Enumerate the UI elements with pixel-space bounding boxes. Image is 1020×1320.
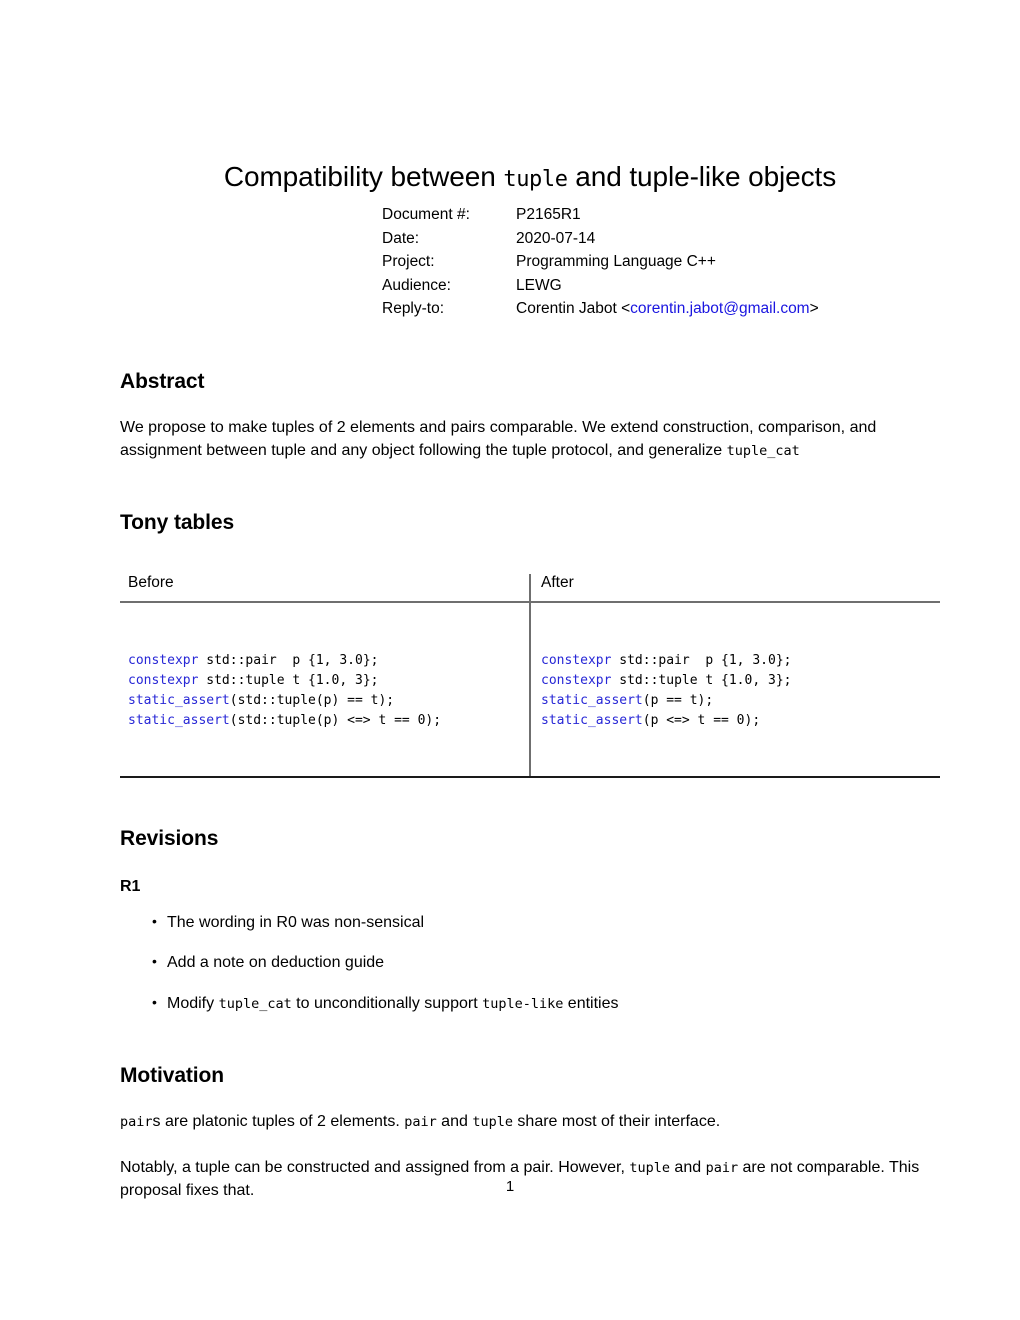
code-block-before: constexpr std::pair p {1, 3.0}; constexp…: [128, 651, 529, 732]
tony-table-column-after: After: [529, 573, 940, 603]
motivation-mono-pair-3: pair: [705, 1159, 739, 1176]
document-content: Compatibility between tuple and tuple-li…: [120, 160, 940, 1202]
code-text: std::pair p {1, 3.0};: [611, 652, 792, 668]
tony-table: Before After constexpr std::pair p {1, 3…: [120, 573, 940, 778]
tony-table-cell-before: constexpr std::pair p {1, 3.0}; constexp…: [120, 601, 530, 778]
motivation-text: and: [669, 1158, 706, 1176]
motivation-text: s are platonic tuples of 2 elements.: [152, 1113, 405, 1131]
metadata-value: 2020-07-14: [516, 229, 596, 247]
abstract-mono-tuple-cat: tuple_cat: [726, 443, 800, 460]
list-item-mono-tuple-cat: tuple_cat: [218, 995, 292, 1012]
list-item: Modify tuple_cat to unconditionally supp…: [152, 992, 940, 1015]
metadata-label: Reply-to:: [382, 300, 445, 318]
list-item-text: Modify: [167, 994, 219, 1012]
metadata-row-date: Date: 2020-07-14: [382, 227, 940, 251]
metadata-label: Date:: [382, 229, 420, 247]
code-block-after: constexpr std::pair p {1, 3.0}; constexp…: [541, 651, 940, 732]
metadata-label: Audience:: [382, 276, 451, 294]
metadata-row-document-number: Document #: P2165R1: [382, 203, 940, 227]
metadata-row-audience: Audience: LEWG: [382, 274, 940, 298]
tony-table-cell-after: constexpr std::pair p {1, 3.0}; constexp…: [529, 601, 940, 778]
motivation-text: share most of their interface.: [512, 1113, 721, 1131]
motivation-text: and: [436, 1113, 473, 1131]
tony-table-column-before: Before: [120, 573, 530, 603]
table-row: constexpr std::pair p {1, 3.0}; constexp…: [120, 601, 940, 778]
heading-motivation: Motivation: [120, 1064, 224, 1088]
page-title-part1: Compatibility between: [223, 161, 504, 192]
metadata-value: Corentin Jabot <corentin.jabot@gmail.com…: [516, 297, 819, 321]
code-text: std::tuple t {1.0, 3};: [198, 672, 379, 688]
code-text: (std::tuple(p) == t);: [229, 693, 395, 709]
list-item: Add a note on deduction guide: [152, 951, 940, 974]
code-text: (std::tuple(p) <=> t == 0);: [229, 713, 442, 729]
list-item-text: The wording in R0 was non-sensical: [167, 913, 425, 931]
metadata-label: Document #:: [382, 206, 470, 224]
author-email-link[interactable]: corentin.jabot@gmail.com: [630, 300, 809, 317]
heading-revisions: Revisions: [120, 826, 219, 850]
code-keyword: static_assert: [128, 693, 230, 709]
motivation-paragraph-1: pairs are platonic tuples of 2 elements.…: [120, 1110, 940, 1133]
abstract-paragraph: We propose to make tuples of 2 elements …: [120, 416, 940, 462]
metadata-row-project: Project: Programming Language C++: [382, 250, 940, 274]
email-close-bracket: >: [809, 300, 819, 318]
code-keyword: constexpr: [128, 652, 199, 668]
code-keyword: constexpr: [541, 672, 612, 688]
motivation-mono-pair: pair: [120, 1114, 153, 1131]
code-keyword: static_assert: [541, 713, 643, 729]
list-item-mono-tuple-like: tuple-like: [482, 995, 564, 1012]
list-item-text: to unconditionally support: [291, 994, 483, 1012]
metadata-value: Programming Language C++: [516, 253, 716, 271]
code-keyword: static_assert: [541, 693, 643, 709]
document-page: Compatibility between tuple and tuple-li…: [0, 0, 1020, 1320]
tony-table-header-row: Before After: [120, 573, 940, 603]
code-text: (p == t);: [642, 693, 714, 709]
heading-revision-r1: R1: [120, 877, 141, 895]
metadata-value: LEWG: [516, 276, 562, 294]
document-metadata: Document #: P2165R1 Date: 2020-07-14 Pro…: [382, 203, 940, 321]
list-item-text: entities: [563, 994, 619, 1012]
revisions-list: The wording in R0 was non-sensical Add a…: [120, 911, 940, 1015]
motivation-mono-tuple-2: tuple: [629, 1159, 670, 1176]
code-keyword: constexpr: [541, 652, 612, 668]
code-text: (p <=> t == 0);: [642, 713, 761, 729]
author-name: Corentin Jabot <: [516, 300, 631, 318]
heading-abstract: Abstract: [120, 369, 205, 393]
motivation-mono-tuple: tuple: [472, 1114, 513, 1131]
heading-tony-tables: Tony tables: [120, 511, 235, 535]
motivation-mono-pair-2: pair: [404, 1114, 437, 1131]
metadata-label: Project:: [382, 253, 435, 271]
code-text: std::tuple t {1.0, 3};: [611, 672, 792, 688]
motivation-text: Notably, a tuple can be constructed and …: [120, 1158, 630, 1176]
metadata-value: P2165R1: [516, 206, 581, 224]
code-text: std::pair p {1, 3.0};: [198, 652, 379, 668]
code-keyword: constexpr: [128, 672, 199, 688]
code-keyword: static_assert: [128, 713, 230, 729]
page-title-part2: and tuple-like objects: [567, 161, 837, 192]
page-title-mono-tuple: tuple: [503, 167, 568, 192]
metadata-row-reply-to: Reply-to: Corentin Jabot <corentin.jabot…: [382, 297, 940, 321]
list-item-text: Add a note on deduction guide: [167, 954, 385, 972]
page-number: 1: [505, 1178, 515, 1195]
page-title: Compatibility between tuple and tuple-li…: [120, 160, 940, 193]
list-item: The wording in R0 was non-sensical: [152, 911, 940, 934]
